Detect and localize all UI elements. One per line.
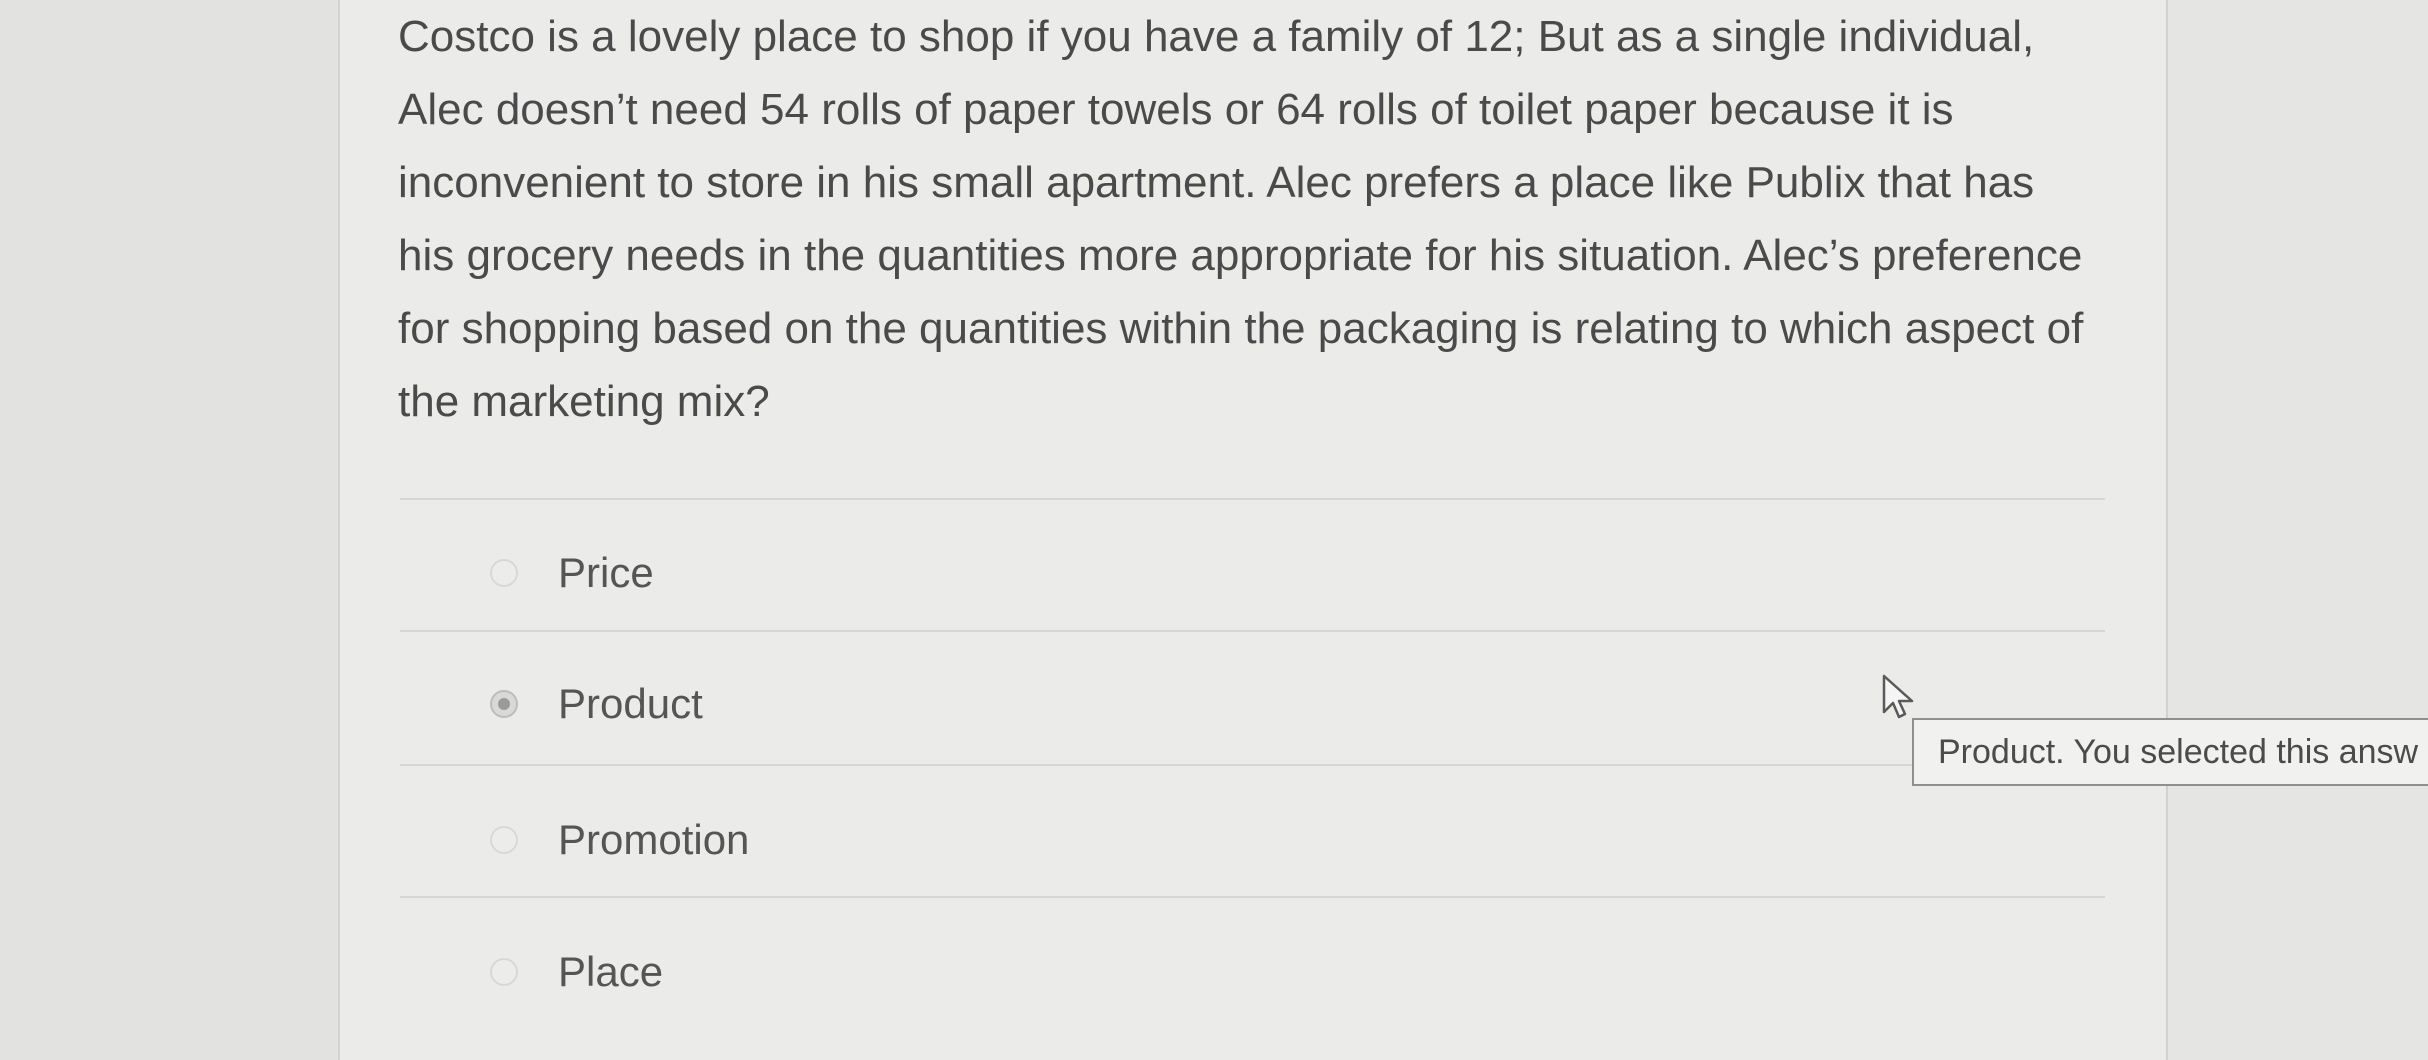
answer-option-promotion[interactable]: Promotion (490, 810, 749, 870)
answer-option-price[interactable]: Price (490, 543, 654, 603)
divider (400, 498, 2105, 500)
radio-button-selected-icon[interactable] (490, 690, 518, 718)
page-left-margin (0, 0, 338, 1060)
page-right-margin (2168, 0, 2428, 1060)
divider (400, 896, 2105, 898)
option-label: Product (558, 680, 703, 727)
answer-option-product[interactable]: Product (490, 674, 703, 734)
divider (400, 764, 2105, 766)
arrow-pointer-icon (1882, 674, 1914, 719)
radio-button-icon[interactable] (490, 826, 518, 854)
divider (400, 630, 2105, 632)
radio-button-icon[interactable] (490, 958, 518, 986)
option-label: Place (558, 948, 664, 995)
selection-tooltip: Product. You selected this answ (1912, 718, 2428, 786)
answer-option-place[interactable]: Place (490, 942, 663, 1002)
option-label: Price (558, 549, 654, 596)
radio-button-icon[interactable] (490, 559, 518, 587)
question-text: Costco is a lovely place to shop if you … (398, 12, 2084, 426)
option-label: Promotion (558, 816, 750, 863)
